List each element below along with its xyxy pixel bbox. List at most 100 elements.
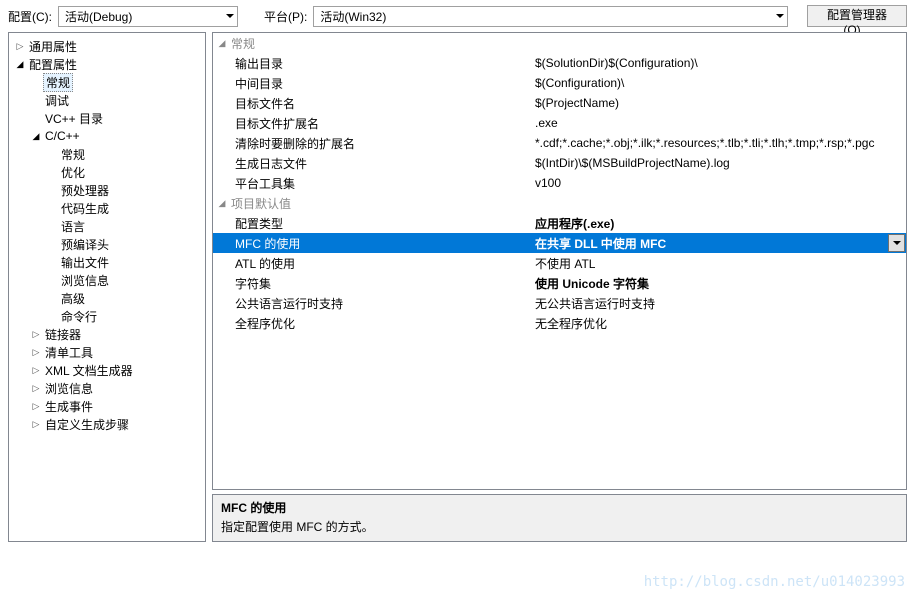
expand-icon[interactable]: ▷ [31,347,41,358]
property-row[interactable]: 配置类型应用程序(.exe) [213,213,906,233]
description-body: 指定配置使用 MFC 的方式。 [221,518,898,535]
collapse-icon[interactable]: ◢ [15,59,25,70]
tree-item[interactable]: ▷VC++ 目录 [9,109,205,127]
tree-item-label: 命令行 [59,308,99,325]
platform-combo[interactable]: 活动(Win32) [313,6,788,27]
property-row[interactable]: 目标文件扩展名.exe [213,113,906,133]
property-group-header[interactable]: ◢ 常规 [213,33,906,53]
tree-item[interactable]: ▷浏览信息 [9,379,205,397]
property-value[interactable]: $(IntDir)\$(MSBuildProjectName).log [531,153,906,173]
property-name: 公共语言运行时支持 [213,293,531,313]
config-label: 配置(C): [8,8,52,25]
tree-item[interactable]: ▷清单工具 [9,343,205,361]
tree-item[interactable]: ▷通用属性 [9,37,205,55]
tree-item-label: C/C++ [43,129,82,143]
expand-icon[interactable]: ▷ [31,365,41,376]
toolbar: 配置(C): 活动(Debug) 平台(P): 活动(Win32) 配置管理器(… [0,0,915,32]
tree-item-label: 常规 [59,146,87,163]
tree-item[interactable]: ▷命令行 [9,307,205,325]
property-value[interactable]: 无公共语言运行时支持 [531,293,906,313]
property-row[interactable]: ATL 的使用不使用 ATL [213,253,906,273]
tree-item-label: 高级 [59,290,87,307]
property-value[interactable]: $(ProjectName) [531,93,906,113]
property-value[interactable]: 使用 Unicode 字符集 [531,273,906,293]
expand-icon[interactable]: ▷ [31,401,41,412]
tree-item-label: 常规 [43,73,73,92]
property-value[interactable]: .exe [531,113,906,133]
tree-item-label: 浏览信息 [59,272,111,289]
property-row[interactable]: 输出目录$(SolutionDir)$(Configuration)\ [213,53,906,73]
dropdown-button[interactable] [888,234,905,252]
platform-value: 活动(Win32) [320,8,386,25]
tree-item-label: 预处理器 [59,182,111,199]
config-combo[interactable]: 活动(Debug) [58,6,238,27]
expand-icon[interactable]: ▷ [31,383,41,394]
nav-tree[interactable]: ▷通用属性◢配置属性▷常规▷调试▷VC++ 目录◢C/C++▷常规▷优化▷预处理… [8,32,206,542]
property-row[interactable]: 平台工具集v100 [213,173,906,193]
property-row[interactable]: 生成日志文件$(IntDir)\$(MSBuildProjectName).lo… [213,153,906,173]
config-manager-button[interactable]: 配置管理器(O)... [807,5,907,27]
tree-item[interactable]: ▷高级 [9,289,205,307]
expand-icon[interactable]: ▷ [15,41,25,52]
property-value[interactable]: *.cdf;*.cache;*.obj;*.ilk;*.resources;*.… [531,133,906,153]
tree-item-label: 浏览信息 [43,380,95,397]
tree-item-label: XML 文档生成器 [43,362,135,379]
property-row[interactable]: 全程序优化无全程序优化 [213,313,906,333]
property-name: 中间目录 [213,73,531,93]
tree-item-label: 优化 [59,164,87,181]
property-name: 平台工具集 [213,173,531,193]
property-name: 字符集 [213,273,531,293]
tree-item[interactable]: ▷浏览信息 [9,271,205,289]
property-name: 目标文件名 [213,93,531,113]
property-row[interactable]: 中间目录$(Configuration)\ [213,73,906,93]
property-row[interactable]: MFC 的使用在共享 DLL 中使用 MFC [213,233,906,253]
property-value[interactable]: $(Configuration)\ [531,73,906,93]
property-row[interactable]: 公共语言运行时支持无公共语言运行时支持 [213,293,906,313]
tree-item[interactable]: ▷优化 [9,163,205,181]
expand-icon[interactable]: ▷ [31,329,41,340]
property-value[interactable]: 无全程序优化 [531,313,906,333]
tree-item[interactable]: ▷常规 [9,73,205,91]
tree-item[interactable]: ▷预编译头 [9,235,205,253]
group-title: 常规 [231,35,255,52]
property-value[interactable]: $(SolutionDir)$(Configuration)\ [531,53,906,73]
property-value[interactable]: 应用程序(.exe) [531,213,906,233]
property-name: 清除时要删除的扩展名 [213,133,531,153]
tree-item[interactable]: ◢配置属性 [9,55,205,73]
property-name: 配置类型 [213,213,531,233]
chevron-down-icon [226,14,234,18]
collapse-icon[interactable]: ◢ [217,38,227,49]
property-grid[interactable]: ◢ 常规输出目录$(SolutionDir)$(Configuration)\中间… [212,32,907,490]
collapse-icon[interactable]: ◢ [217,198,227,209]
property-row[interactable]: 目标文件名$(ProjectName) [213,93,906,113]
collapse-icon[interactable]: ◢ [31,131,41,142]
property-name: 目标文件扩展名 [213,113,531,133]
tree-item[interactable]: ▷自定义生成步骤 [9,415,205,433]
tree-item[interactable]: ▷XML 文档生成器 [9,361,205,379]
tree-item[interactable]: ▷语言 [9,217,205,235]
tree-item[interactable]: ▷输出文件 [9,253,205,271]
tree-item-label: 自定义生成步骤 [43,416,131,433]
chevron-down-icon [893,241,901,245]
expand-icon[interactable]: ▷ [31,419,41,430]
tree-item[interactable]: ▷常规 [9,145,205,163]
tree-item-label: 调试 [43,92,71,109]
tree-item-label: 配置属性 [27,56,79,73]
description-pane: MFC 的使用 指定配置使用 MFC 的方式。 [212,494,907,542]
property-value[interactable]: v100 [531,173,906,193]
tree-item[interactable]: ▷调试 [9,91,205,109]
tree-item[interactable]: ▷代码生成 [9,199,205,217]
tree-item[interactable]: ▷生成事件 [9,397,205,415]
tree-item[interactable]: ▷预处理器 [9,181,205,199]
tree-item[interactable]: ▷链接器 [9,325,205,343]
platform-label: 平台(P): [264,8,307,25]
property-row[interactable]: 字符集使用 Unicode 字符集 [213,273,906,293]
property-value[interactable]: 不使用 ATL [531,253,906,273]
property-value[interactable]: 在共享 DLL 中使用 MFC [531,233,906,253]
tree-item[interactable]: ◢C/C++ [9,127,205,145]
description-title: MFC 的使用 [221,499,898,516]
tree-item-label: VC++ 目录 [43,110,105,127]
tree-item-label: 预编译头 [59,236,111,253]
property-group-header[interactable]: ◢项目默认值 [213,193,906,213]
property-row[interactable]: 清除时要删除的扩展名*.cdf;*.cache;*.obj;*.ilk;*.re… [213,133,906,153]
